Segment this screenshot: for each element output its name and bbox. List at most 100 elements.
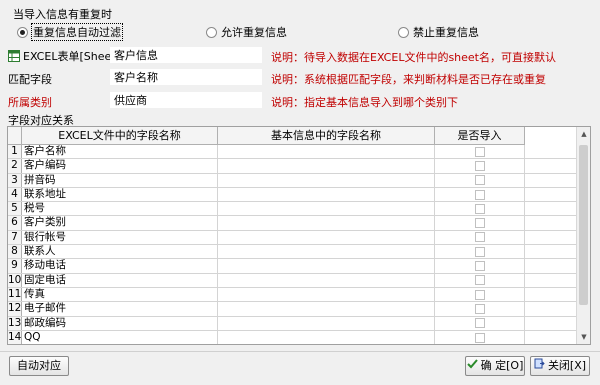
import-checkbox[interactable] bbox=[474, 303, 485, 314]
sheet-note: 说明：待导入数据在EXCEL文件中的sheet名，可直接默认 bbox=[271, 51, 556, 64]
import-cell[interactable] bbox=[435, 259, 525, 273]
excel-field-cell[interactable]: 传真 bbox=[22, 287, 218, 302]
excel-field-cell[interactable]: 客户名称 bbox=[22, 145, 218, 159]
field-mapping-table[interactable]: EXCEL文件中的字段名称 基本信息中的字段名称 是否导入 1 客户名称 2 客户编码… bbox=[7, 126, 591, 345]
table-row[interactable]: 13 邮政编码 bbox=[8, 316, 586, 331]
excel-field-cell[interactable]: 联系人 bbox=[22, 245, 218, 259]
category-input[interactable]: 供应商 bbox=[110, 92, 262, 108]
ok-button[interactable]: 确 定[O] bbox=[465, 356, 525, 376]
column-header-excel-field[interactable]: EXCEL文件中的字段名称 bbox=[22, 127, 218, 144]
excel-field-cell[interactable]: 电子邮件 bbox=[22, 302, 218, 316]
base-field-cell[interactable] bbox=[218, 330, 435, 344]
excel-field-cell[interactable]: 客户类别 bbox=[22, 216, 218, 230]
radio-dot-icon[interactable] bbox=[17, 26, 28, 38]
import-checkbox[interactable] bbox=[474, 275, 485, 286]
radio-auto-filter-label[interactable]: 重复信息自动过滤 bbox=[31, 23, 123, 41]
import-checkbox[interactable] bbox=[474, 189, 485, 200]
base-field-cell[interactable] bbox=[218, 173, 435, 187]
radio-dot-icon[interactable] bbox=[206, 26, 217, 38]
checkmark-icon bbox=[466, 357, 478, 375]
base-field-cell[interactable] bbox=[218, 230, 435, 245]
import-cell[interactable] bbox=[435, 230, 525, 245]
base-field-cell[interactable] bbox=[218, 302, 435, 316]
base-field-cell[interactable] bbox=[218, 259, 435, 273]
table-row[interactable]: 6 客户类别 bbox=[8, 216, 586, 231]
import-checkbox[interactable] bbox=[474, 246, 485, 257]
base-field-cell[interactable] bbox=[218, 159, 435, 173]
import-checkbox[interactable] bbox=[474, 175, 485, 186]
scroll-down-icon[interactable]: ▼ bbox=[577, 330, 590, 344]
row-number: 12 bbox=[8, 302, 22, 316]
table-row[interactable]: 11 传真 bbox=[8, 287, 586, 303]
table-row[interactable]: 12 电子邮件 bbox=[8, 302, 586, 317]
radio-allow-duplicate-label[interactable]: 允许重复信息 bbox=[221, 24, 287, 40]
radio-dot-icon[interactable] bbox=[398, 26, 409, 38]
base-field-cell[interactable] bbox=[218, 202, 435, 216]
column-header-import[interactable]: 是否导入 bbox=[435, 127, 525, 144]
column-header-base-field[interactable]: 基本信息中的字段名称 bbox=[218, 127, 435, 144]
import-cell[interactable] bbox=[435, 187, 525, 202]
excel-field-cell[interactable]: 税号 bbox=[22, 202, 218, 216]
import-checkbox[interactable] bbox=[474, 146, 485, 157]
radio-forbid-duplicate[interactable]: 禁止重复信息 bbox=[398, 24, 479, 40]
table-row[interactable]: 3 拼音码 bbox=[8, 173, 586, 188]
import-cell[interactable] bbox=[435, 173, 525, 187]
import-cell[interactable] bbox=[435, 273, 525, 287]
base-field-cell[interactable] bbox=[218, 316, 435, 330]
table-row[interactable]: 8 联系人 bbox=[8, 245, 586, 260]
auto-match-button[interactable]: 自动对应 bbox=[9, 356, 69, 376]
import-cell[interactable] bbox=[435, 316, 525, 330]
scrollbar-thumb[interactable] bbox=[579, 145, 588, 305]
import-cell[interactable] bbox=[435, 216, 525, 230]
excel-field-cell[interactable]: 银行帐号 bbox=[22, 230, 218, 245]
import-cell[interactable] bbox=[435, 245, 525, 259]
import-checkbox[interactable] bbox=[474, 203, 485, 214]
import-cell[interactable] bbox=[435, 287, 525, 302]
table-row[interactable]: 2 客户编码 bbox=[8, 159, 586, 174]
table-row[interactable]: 14 QQ bbox=[8, 330, 586, 344]
scroll-up-icon[interactable]: ▲ bbox=[577, 127, 590, 141]
import-cell[interactable] bbox=[435, 145, 525, 159]
import-checkbox[interactable] bbox=[474, 261, 485, 272]
excel-field-cell[interactable]: 客户编码 bbox=[22, 159, 218, 173]
table-row[interactable]: 7 银行帐号 bbox=[8, 230, 586, 246]
excel-field-cell[interactable]: 固定电话 bbox=[22, 273, 218, 287]
radio-forbid-duplicate-label[interactable]: 禁止重复信息 bbox=[413, 24, 479, 40]
import-cell[interactable] bbox=[435, 302, 525, 316]
base-field-cell[interactable] bbox=[218, 187, 435, 202]
row-number: 11 bbox=[8, 287, 22, 302]
import-checkbox[interactable] bbox=[474, 232, 485, 243]
table-row[interactable]: 5 税号 bbox=[8, 202, 586, 217]
base-field-cell[interactable] bbox=[218, 273, 435, 287]
import-checkbox[interactable] bbox=[474, 332, 485, 343]
excel-field-cell[interactable]: 移动电话 bbox=[22, 259, 218, 273]
close-button[interactable]: 关闭[X] bbox=[530, 356, 590, 376]
row-number: 4 bbox=[8, 187, 22, 202]
excel-field-cell[interactable]: 拼音码 bbox=[22, 173, 218, 187]
import-cell[interactable] bbox=[435, 159, 525, 173]
base-field-cell[interactable] bbox=[218, 145, 435, 159]
vertical-scrollbar[interactable]: ▲ ▼ bbox=[576, 127, 590, 344]
excel-field-cell[interactable]: 邮政编码 bbox=[22, 316, 218, 330]
table-row[interactable]: 4 联系地址 bbox=[8, 187, 586, 203]
row-number: 10 bbox=[8, 273, 22, 287]
table-row[interactable]: 10 固定电话 bbox=[8, 273, 586, 288]
import-checkbox[interactable] bbox=[474, 318, 485, 329]
radio-auto-filter[interactable]: 重复信息自动过滤 bbox=[17, 23, 123, 41]
import-checkbox[interactable] bbox=[474, 289, 485, 300]
import-cell[interactable] bbox=[435, 330, 525, 344]
sheet-name-input[interactable]: 客户信息 bbox=[110, 47, 262, 63]
match-field-input[interactable]: 客户名称 bbox=[110, 69, 262, 85]
excel-field-cell[interactable]: QQ bbox=[22, 330, 218, 344]
import-checkbox[interactable] bbox=[474, 218, 485, 229]
table-row[interactable]: 9 移动电话 bbox=[8, 259, 586, 274]
excel-field-cell[interactable]: 联系地址 bbox=[22, 187, 218, 202]
base-field-cell[interactable] bbox=[218, 287, 435, 302]
import-checkbox[interactable] bbox=[474, 160, 485, 171]
import-cell[interactable] bbox=[435, 202, 525, 216]
radio-allow-duplicate[interactable]: 允许重复信息 bbox=[206, 24, 287, 40]
base-field-cell[interactable] bbox=[218, 245, 435, 259]
table-body: 1 客户名称 2 客户编码 3 拼音码 4 联系地址 5 税号 6 客户类别 7 银行帐号 8 联系人 9 移动电… bbox=[8, 145, 586, 344]
table-row[interactable]: 1 客户名称 bbox=[8, 145, 586, 160]
base-field-cell[interactable] bbox=[218, 216, 435, 230]
